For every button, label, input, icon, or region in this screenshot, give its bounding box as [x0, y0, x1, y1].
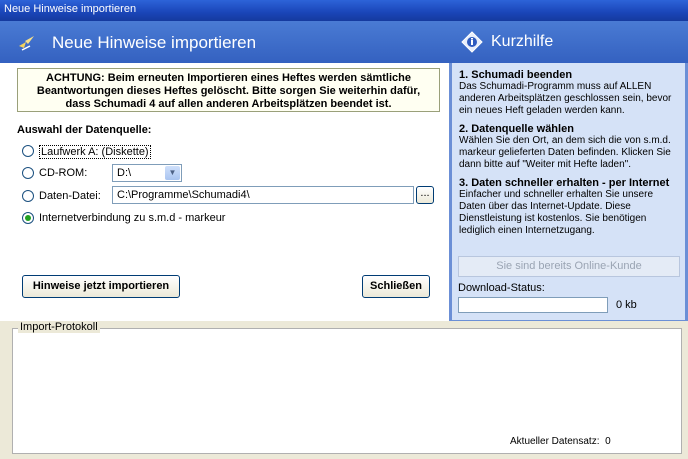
import-log-label: Import-Protokoll	[18, 321, 100, 333]
help-heading-1: 1. Schumadi beenden	[459, 69, 573, 81]
window-titlebar: Neue Hinweise importieren	[0, 0, 688, 21]
current-record: Aktueller Datensatz: 0	[510, 436, 611, 447]
label-file: Daten-Datei:	[39, 190, 101, 202]
help-text-2: Wählen Sie den Ort, an dem sich die von …	[459, 135, 671, 170]
online-customer-button[interactable]: Sie sind bereits Online-Kunde	[458, 256, 680, 277]
file-path-input[interactable]: C:\Programme\Schumadi4\	[112, 186, 414, 204]
download-status-label: Download-Status:	[458, 282, 545, 294]
current-record-label: Aktueller Datensatz:	[510, 436, 600, 447]
browse-button[interactable]: ...	[416, 186, 434, 204]
warning-box: ACHTUNG: Beim erneuten Importieren eines…	[17, 68, 440, 112]
help-text-1: Das Schumadi-Programm muss auf ALLEN and…	[459, 81, 672, 116]
label-internet: Internetverbindung zu s.m.d - markeur	[39, 212, 226, 224]
file-path-value: C:\Programme\Schumadi4\	[117, 189, 250, 201]
download-progress-bar	[458, 297, 608, 313]
info-icon	[461, 31, 483, 53]
cdrom-value: D:\	[117, 167, 132, 179]
cdrom-select[interactable]: D:\ ▼	[112, 164, 182, 182]
current-record-value: 0	[605, 436, 611, 447]
help-heading-2: 2. Datenquelle wählen	[459, 123, 574, 135]
chevron-down-icon[interactable]: ▼	[165, 166, 180, 180]
import-icon	[19, 36, 34, 51]
help-header: Kurzhilfe	[449, 21, 688, 63]
help-text-3: Einfacher und schneller erhalten Sie uns…	[459, 189, 654, 236]
import-button[interactable]: Hinweise jetzt importieren	[22, 275, 180, 298]
page-title: Neue Hinweise importieren	[52, 33, 257, 52]
close-button[interactable]: Schließen	[362, 275, 430, 298]
source-heading: Auswahl der Datenquelle:	[17, 124, 152, 136]
download-status-value: 0 kb	[616, 299, 637, 311]
radio-internet[interactable]	[22, 212, 34, 224]
label-cdrom: CD-ROM:	[39, 167, 88, 179]
help-heading-3: 3. Daten schneller erhalten - per Intern…	[459, 177, 670, 189]
main-header: Neue Hinweise importieren	[0, 21, 449, 63]
radio-file[interactable]	[22, 190, 34, 202]
help-title: Kurzhilfe	[491, 33, 554, 50]
window-title: Neue Hinweise importieren	[4, 3, 137, 15]
radio-drive-a[interactable]	[22, 145, 34, 157]
label-drive-a: Laufwerk A: (Diskette)	[39, 145, 151, 159]
radio-cdrom[interactable]	[22, 167, 34, 179]
